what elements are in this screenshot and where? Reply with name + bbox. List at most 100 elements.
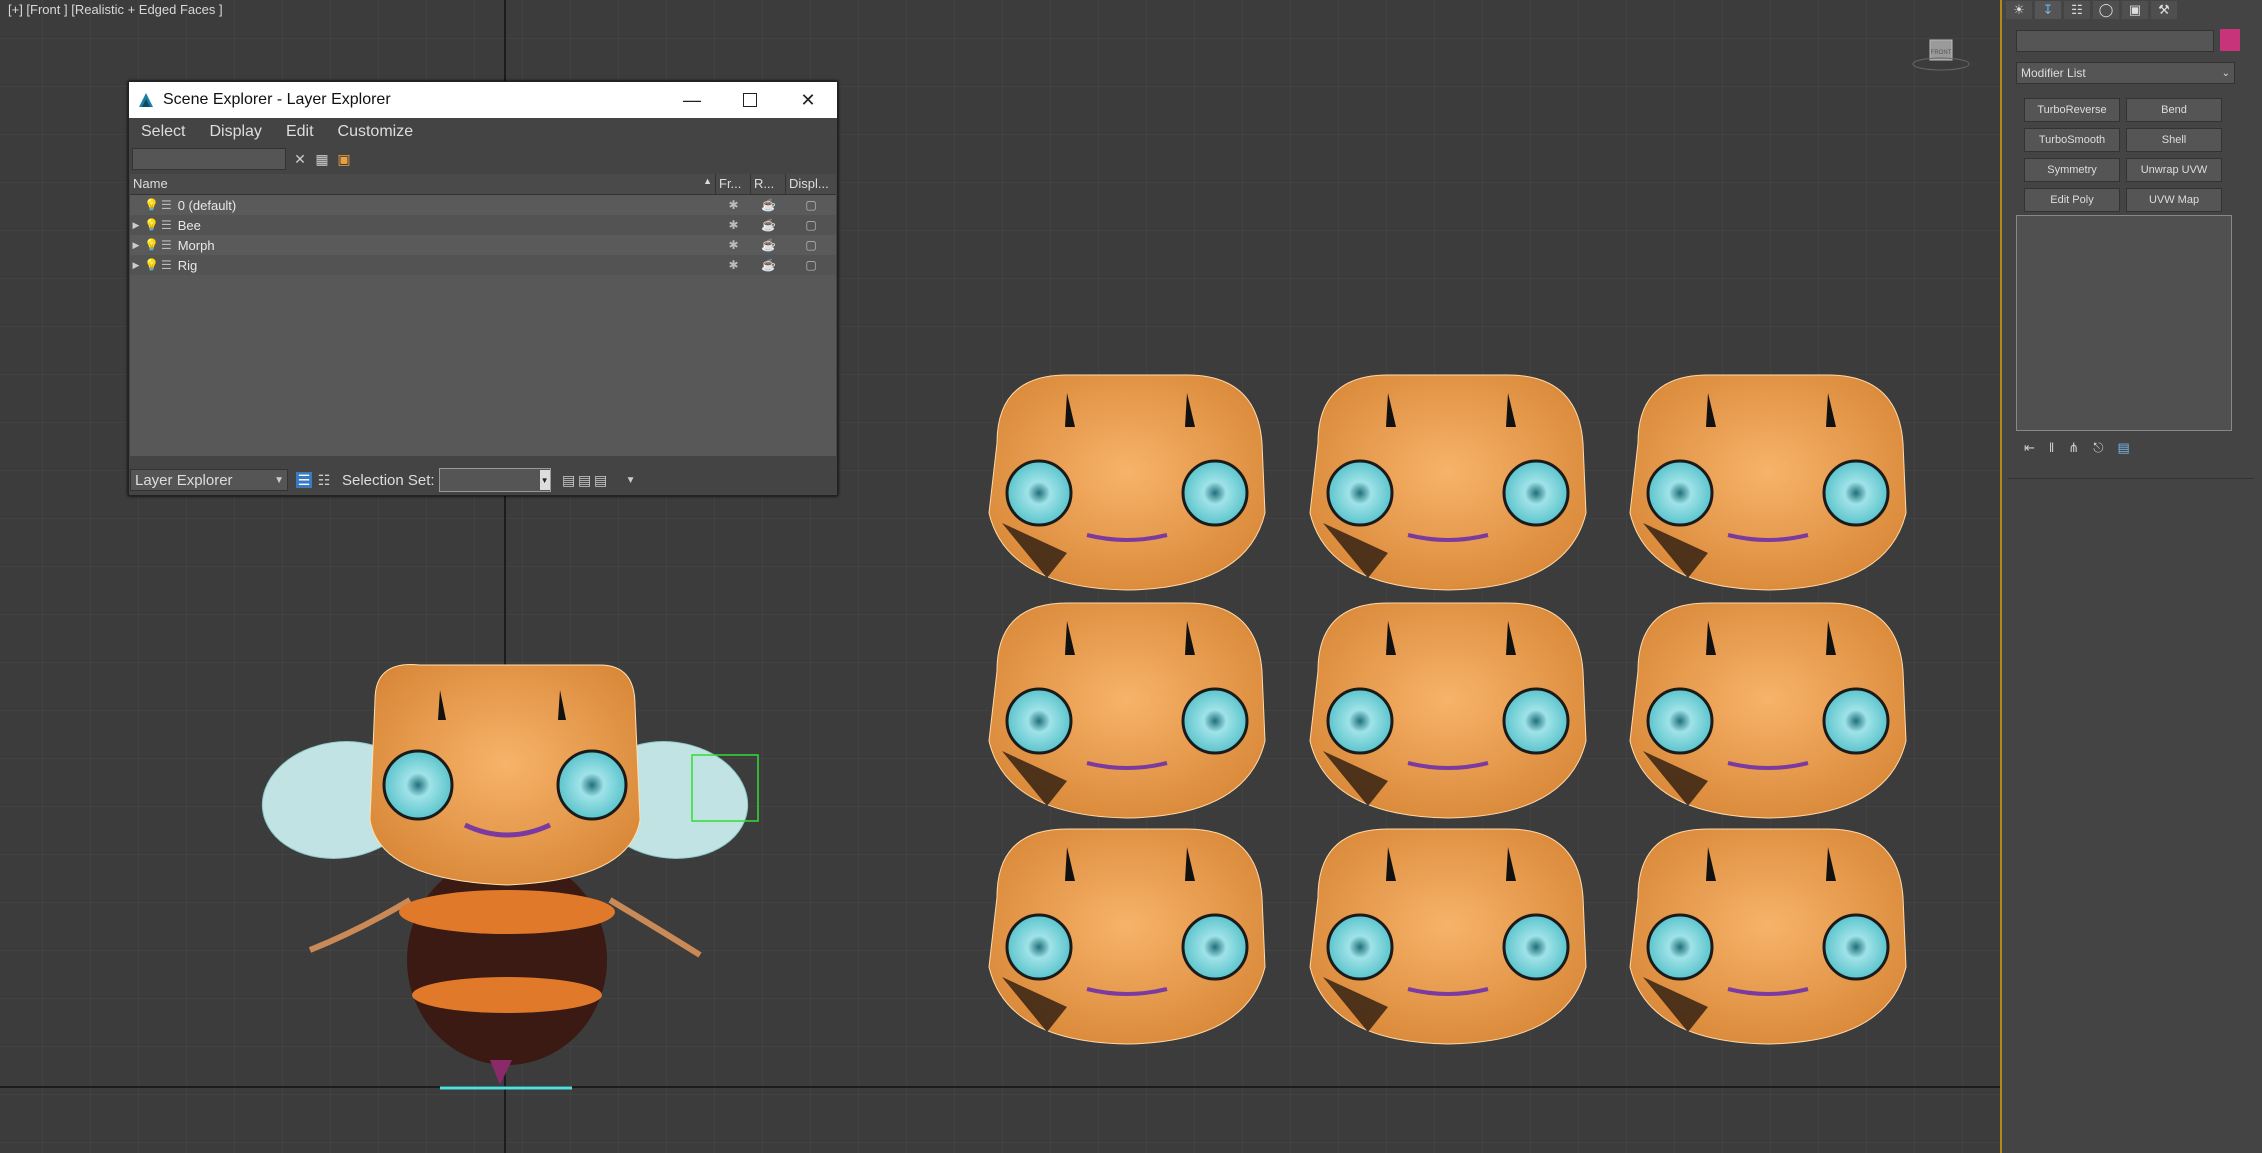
morph-heads-grid[interactable] (988, 374, 1907, 1045)
viewcube-label: FRONT (1931, 50, 1952, 56)
object-name-field[interactable] (2016, 30, 2214, 52)
column-header-freeze[interactable]: Fr... (716, 174, 751, 194)
layer-name[interactable]: 0 (default) (178, 198, 237, 213)
modifier-button[interactable]: Edit Poly (2024, 188, 2120, 212)
modifier-button[interactable]: UVW Map (2126, 188, 2222, 212)
menu-display[interactable]: Display (197, 123, 273, 141)
command-panel-tabs: ☀ ↧ ☷ ◯ ▣ ⚒ (2002, 0, 2262, 22)
column-header-name[interactable]: Name ▲ (130, 174, 716, 194)
minimize-button[interactable]: — (663, 82, 721, 118)
lightbulb-icon[interactable]: 💡 (144, 218, 159, 232)
render-teapot-icon[interactable]: ☕ (751, 258, 786, 272)
morph-head[interactable] (1309, 602, 1587, 819)
column-header-display[interactable]: Displ... (786, 174, 836, 194)
create-tab-icon[interactable]: ☀ (2006, 1, 2032, 19)
search-input[interactable] (132, 148, 286, 170)
menu-select[interactable]: Select (129, 123, 197, 141)
modifier-button[interactable]: Bend (2126, 98, 2222, 122)
expand-arrow-icon[interactable]: ▶ (130, 260, 142, 271)
layer-name[interactable]: Bee (178, 218, 201, 233)
delete-selection-icon[interactable]: ▤ (593, 472, 609, 488)
expand-arrow-icon[interactable]: ▶ (130, 240, 142, 251)
layer-icon: ☰ (160, 258, 172, 272)
layer-name[interactable]: Rig (178, 258, 198, 273)
morph-head[interactable] (1629, 374, 1907, 591)
maximize-button[interactable] (721, 82, 779, 118)
layer-name[interactable]: Morph (178, 238, 215, 253)
column-header-render[interactable]: R... (751, 174, 786, 194)
modifier-button[interactable]: TurboReverse (2024, 98, 2120, 122)
morph-head[interactable] (1629, 602, 1907, 819)
morph-head[interactable] (1309, 828, 1587, 1045)
layer-row[interactable]: 💡 ☰ 0 (default) ✱ ☕ ▢ (130, 195, 836, 215)
layer-table[interactable]: Name ▲ Fr... R... Displ... 💡 ☰ 0 (default) ✱… (130, 174, 836, 456)
morph-head[interactable] (1629, 828, 1907, 1045)
make-unique-icon[interactable]: ⋔ (2068, 440, 2079, 456)
render-teapot-icon[interactable]: ☕ (751, 218, 786, 232)
save-selection-icon[interactable]: ▤ (561, 472, 577, 488)
clear-search-icon[interactable]: ✕ (292, 151, 308, 167)
lightbulb-icon[interactable]: 💡 (144, 258, 159, 272)
hierarchy-icon[interactable]: ☷ (316, 472, 332, 488)
motion-tab-icon[interactable]: ◯ (2093, 1, 2119, 19)
close-button[interactable]: ✕ (779, 82, 837, 118)
selection-set-label: Selection Set: (342, 471, 435, 489)
lightbulb-icon[interactable]: 💡 (144, 198, 159, 212)
chevron-down-icon: ⌄ (2221, 67, 2230, 79)
layer-row[interactable]: ▶ 💡 ☰ Bee ✱ ☕ ▢ (130, 215, 836, 235)
display-box-icon[interactable]: ▢ (786, 258, 836, 272)
hierarchy-tab-icon[interactable]: ☷ (2064, 1, 2090, 19)
utilities-tab-icon[interactable]: ⚒ (2151, 1, 2177, 19)
selection-set-dropdown[interactable]: ▼ (438, 468, 551, 492)
display-box-icon[interactable]: ▢ (786, 238, 836, 252)
display-tab-icon[interactable]: ▣ (2122, 1, 2148, 19)
table-header: Name ▲ Fr... R... Displ... (130, 174, 836, 195)
freeze-icon[interactable]: ✱ (716, 198, 751, 212)
modifier-button[interactable]: Symmetry (2024, 158, 2120, 182)
modifier-stack[interactable] (2016, 215, 2232, 431)
menu-edit[interactable]: Edit (274, 123, 326, 141)
scene-explorer-window[interactable]: Scene Explorer - Layer Explorer — ✕ Sele… (128, 81, 838, 496)
filter-icon[interactable]: ▦ (314, 151, 330, 167)
morph-head[interactable] (988, 602, 1266, 819)
show-end-result-icon[interactable]: ‖ (2049, 440, 2054, 456)
layer-row[interactable]: ▶ 💡 ☰ Morph ✱ ☕ ▢ (130, 235, 836, 255)
menu-customize[interactable]: Customize (326, 123, 426, 141)
3dsmax-app-icon (139, 93, 153, 107)
freeze-icon[interactable]: ✱ (716, 238, 751, 252)
lightbulb-icon[interactable]: 💡 (144, 238, 159, 252)
modifier-list-dropdown[interactable]: Modifier List ⌄ (2016, 62, 2235, 84)
explorer-statusbar: Layer Explorer ▼ ☰ ☷ Selection Set: ▼ ▤ ▤… (130, 466, 836, 494)
layer-mode-icon[interactable]: ☰ (296, 472, 312, 488)
render-teapot-icon[interactable]: ☕ (751, 238, 786, 252)
render-teapot-icon[interactable]: ☕ (751, 198, 786, 212)
modify-tab-icon[interactable]: ↧ (2035, 1, 2061, 19)
command-panel[interactable]: ☀ ↧ ☷ ◯ ▣ ⚒ Modifier List ⌄ TurboReverse B… (2000, 0, 2262, 1153)
explorer-mode-dropdown[interactable]: Layer Explorer ▼ (130, 469, 288, 491)
viewcube[interactable]: FRONT (1912, 34, 1970, 74)
freeze-icon[interactable]: ✱ (716, 258, 751, 272)
display-box-icon[interactable]: ▢ (786, 218, 836, 232)
chevron-down-icon: ▼ (539, 470, 550, 490)
remove-modifier-icon[interactable]: ⎋ (2093, 440, 2103, 456)
pin-stack-icon[interactable]: ⇤ (2024, 440, 2035, 456)
explorer-toolbar: ✕ ▦ ▣ (129, 146, 837, 172)
load-selection-icon[interactable]: ▤ (577, 472, 593, 488)
modifier-button[interactable]: Unwrap UVW (2126, 158, 2222, 182)
layer-icon: ☰ (160, 238, 172, 252)
freeze-icon[interactable]: ✱ (716, 218, 751, 232)
modifier-button[interactable]: Shell (2126, 128, 2222, 152)
object-color-swatch[interactable] (2220, 29, 2240, 51)
morph-head[interactable] (988, 828, 1266, 1045)
viewport-label[interactable]: [+] [Front ] [Realistic + Edged Faces ] (8, 2, 223, 17)
layer-add-icon[interactable]: ▣ (336, 151, 352, 167)
explorer-titlebar[interactable]: Scene Explorer - Layer Explorer — ✕ (129, 82, 837, 118)
display-box-icon[interactable]: ▢ (786, 198, 836, 212)
expand-arrow-icon[interactable]: ▶ (130, 220, 142, 231)
morph-head[interactable] (1309, 374, 1587, 591)
options-menu-icon[interactable]: ▼ (623, 472, 639, 488)
modifier-button[interactable]: TurboSmooth (2024, 128, 2120, 152)
morph-head[interactable] (988, 374, 1266, 591)
configure-sets-icon[interactable]: ▤ (2117, 440, 2129, 456)
layer-row[interactable]: ▶ 💡 ☰ Rig ✱ ☕ ▢ (130, 255, 836, 275)
